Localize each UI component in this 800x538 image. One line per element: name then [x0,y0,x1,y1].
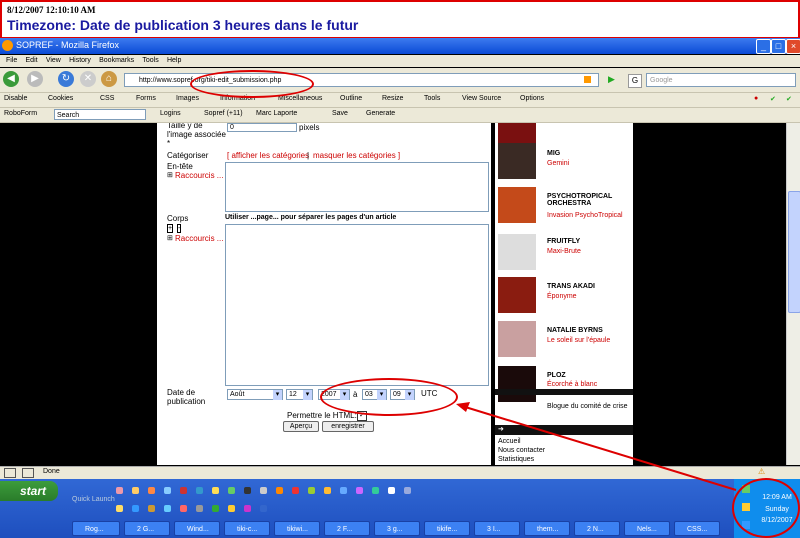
annotation-arrow [456,402,737,491]
